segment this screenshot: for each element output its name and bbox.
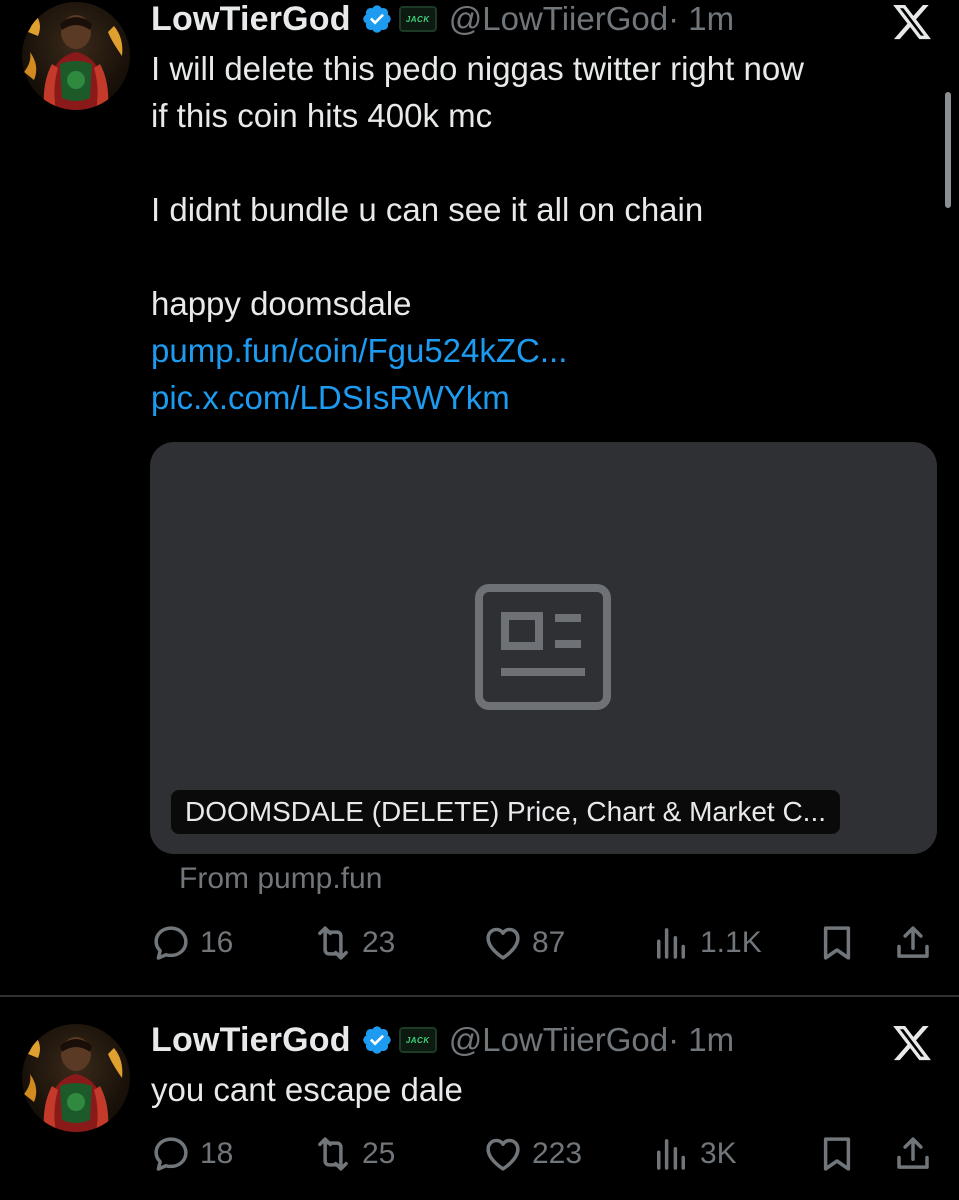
retweet-icon (318, 926, 348, 960)
like-button[interactable]: 223 (482, 1131, 582, 1177)
avatar-image (24, 1032, 123, 1132)
pic-link[interactable]: pic.x.com/LDSIsRWYkm (151, 374, 931, 421)
coin-link[interactable]: pump.fun/coin/Fgu524kZC... (151, 327, 931, 374)
tweet-line (151, 233, 931, 280)
card-source[interactable]: From pump.fun (179, 862, 382, 896)
display-name[interactable]: LowTierGod (151, 0, 351, 39)
reply-button[interactable]: 16 (150, 920, 233, 966)
verified-badge-icon[interactable] (361, 3, 393, 35)
views-count: 3K (700, 1137, 737, 1170)
retweet-button[interactable]: 25 (312, 1131, 395, 1177)
action-bar: 16 23 87 1.1K (150, 920, 940, 966)
bookmark-icon (823, 1137, 851, 1171)
like-count: 223 (532, 1137, 583, 1170)
like-button[interactable]: 87 (482, 920, 565, 966)
tweet-header: LowTierGod JACK @LowTiierGod · 1m (151, 0, 734, 39)
affiliate-badge[interactable]: JACK (398, 6, 437, 32)
views-button[interactable]: 1.1K (650, 920, 762, 966)
reply-icon (154, 926, 188, 960)
views-icon (657, 928, 685, 959)
action-bar: 18 25 223 3K (150, 1131, 940, 1177)
share-icon (897, 926, 929, 958)
handle[interactable]: @LowTiierGod (449, 1021, 668, 1059)
reply-count: 16 (200, 926, 234, 959)
tweet-line: I will delete this pedo niggas twitter r… (151, 50, 805, 87)
tweet[interactable]: LowTierGod JACK @LowTiierGod · 1m you ca… (0, 997, 959, 1200)
tweet[interactable]: LowTierGod JACK @LowTiierGod · 1m I will… (0, 0, 959, 996)
tweet-text: I will delete this pedo niggas twitter r… (151, 45, 931, 421)
scrollbar[interactable] (945, 92, 951, 208)
tweet-line: I didnt bundle u can see it all on chain (151, 191, 704, 228)
share-button[interactable] (892, 1131, 934, 1177)
views-button[interactable]: 3K (650, 1131, 737, 1177)
affiliate-badge[interactable]: JACK (398, 1027, 437, 1053)
link-card[interactable]: DOOMSDALE (DELETE) Price, Chart & Market… (150, 442, 937, 854)
tweet-text: you cant escape dale (151, 1066, 931, 1113)
tweet-line: if this coin hits 400k mc (151, 97, 493, 134)
share-icon (897, 1137, 929, 1169)
heart-icon (486, 927, 520, 960)
share-button[interactable] (892, 920, 934, 966)
like-count: 87 (532, 926, 566, 959)
retweet-count: 23 (362, 926, 396, 959)
handle[interactable]: @LowTiierGod (449, 0, 668, 38)
retweet-count: 25 (362, 1137, 396, 1170)
bookmark-icon (823, 926, 851, 960)
tweet-line (151, 139, 931, 186)
retweet-button[interactable]: 23 (312, 920, 395, 966)
tweet-line: happy doomsdale (151, 285, 412, 322)
x-logo-icon (893, 1025, 931, 1061)
verified-badge-icon[interactable] (361, 1024, 393, 1056)
timestamp[interactable]: · 1m (668, 1021, 734, 1059)
avatar[interactable] (22, 2, 130, 110)
timestamp[interactable]: · 1m (668, 0, 734, 38)
card-title: DOOMSDALE (DELETE) Price, Chart & Market… (171, 790, 841, 834)
reply-icon (154, 1137, 188, 1171)
reply-button[interactable]: 18 (150, 1131, 233, 1177)
retweet-icon (318, 1137, 348, 1171)
avatar[interactable] (22, 1024, 130, 1132)
bookmark-button[interactable] (816, 1131, 858, 1177)
reply-count: 18 (200, 1137, 234, 1170)
heart-icon (486, 1138, 520, 1171)
views-icon (657, 1139, 685, 1170)
avatar-image (24, 10, 123, 110)
tweet-line: you cant escape dale (151, 1071, 463, 1108)
views-count: 1.1K (700, 926, 762, 959)
display-name[interactable]: LowTierGod (151, 1021, 351, 1060)
bookmark-button[interactable] (816, 920, 858, 966)
tweet-header: LowTierGod JACK @LowTiierGod · 1m (151, 1020, 734, 1060)
x-logo-icon (893, 4, 931, 40)
article-icon (475, 584, 611, 710)
